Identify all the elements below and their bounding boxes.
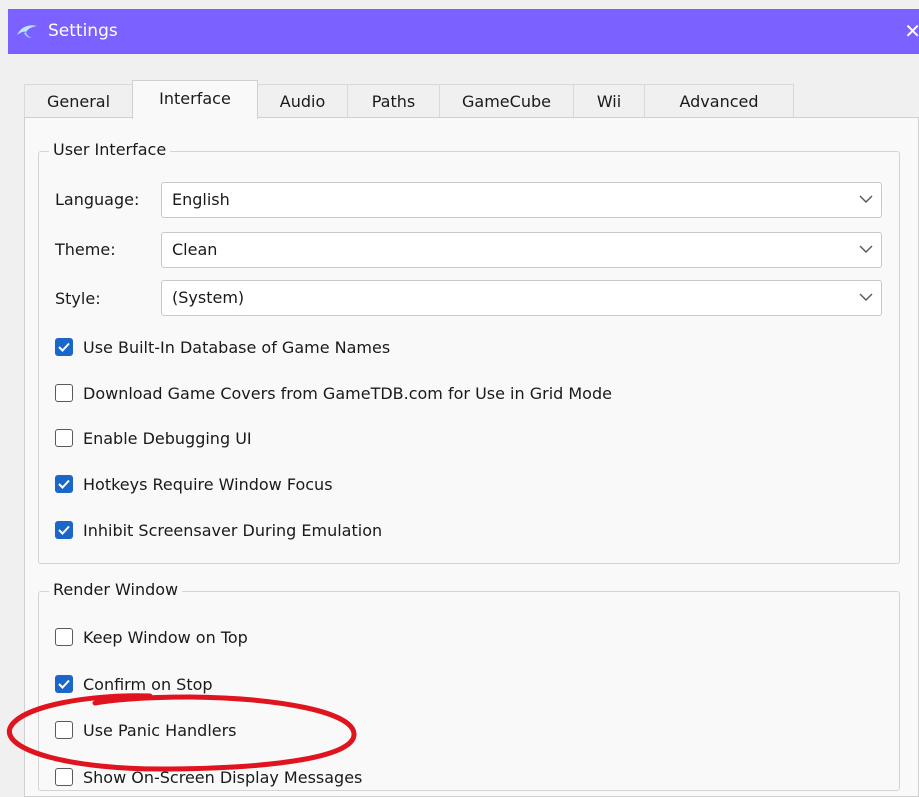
style-label: Style: — [55, 289, 101, 308]
user-interface-group-title: User Interface — [49, 140, 171, 159]
language-value: English — [172, 190, 230, 209]
theme-value: Clean — [172, 240, 218, 259]
render-window-group-title: Render Window — [49, 580, 183, 599]
use-builtin-database-label: Use Built-In Database of Game Names — [83, 337, 391, 357]
title-bar: Settings ✕ — [8, 9, 919, 54]
checkmark-icon — [58, 342, 70, 352]
language-label: Language: — [55, 190, 140, 209]
keep-window-on-top-label: Keep Window on Top — [83, 627, 248, 647]
chevron-down-icon — [859, 293, 873, 301]
language-dropdown[interactable]: English — [161, 182, 882, 218]
checkbox-box[interactable] — [55, 384, 73, 402]
checkbox-box[interactable] — [55, 429, 73, 447]
tab-bar: General Interface Audio Paths GameCube W… — [24, 80, 919, 119]
checkbox-box[interactable] — [55, 475, 73, 493]
tab-paths[interactable]: Paths — [347, 84, 440, 118]
checkmark-icon — [58, 479, 70, 489]
checkbox-box[interactable] — [55, 521, 73, 539]
chevron-down-icon — [859, 195, 873, 203]
keep-window-on-top-checkbox[interactable]: Keep Window on Top — [55, 624, 248, 650]
tab-advanced[interactable]: Advanced — [644, 84, 794, 118]
theme-dropdown[interactable]: Clean — [161, 232, 882, 268]
dolphin-icon — [17, 25, 37, 38]
tab-gamecube[interactable]: GameCube — [439, 84, 574, 118]
style-value: (System) — [172, 288, 245, 307]
close-icon[interactable]: ✕ — [904, 9, 919, 54]
hotkeys-require-focus-checkbox[interactable]: Hotkeys Require Window Focus — [55, 471, 333, 497]
enable-debugging-ui-checkbox[interactable]: Enable Debugging UI — [55, 425, 252, 451]
download-game-covers-checkbox[interactable]: Download Game Covers from GameTDB.com fo… — [55, 380, 612, 406]
checkmark-icon — [58, 679, 70, 689]
style-dropdown[interactable]: (System) — [161, 280, 882, 316]
theme-label: Theme: — [55, 240, 116, 259]
annotation-circle — [6, 693, 357, 772]
use-builtin-database-checkbox[interactable]: Use Built-In Database of Game Names — [55, 334, 390, 360]
download-game-covers-label: Download Game Covers from GameTDB.com fo… — [83, 383, 612, 403]
tab-general[interactable]: General — [24, 84, 133, 118]
enable-debugging-ui-label: Enable Debugging UI — [83, 428, 252, 448]
window-title: Settings — [48, 21, 118, 41]
chevron-down-icon — [859, 245, 873, 253]
inhibit-screensaver-label: Inhibit Screensaver During Emulation — [83, 520, 383, 540]
tab-interface[interactable]: Interface — [132, 80, 258, 119]
checkmark-icon — [58, 525, 70, 535]
checkbox-box[interactable] — [55, 338, 73, 356]
inhibit-screensaver-checkbox[interactable]: Inhibit Screensaver During Emulation — [55, 517, 382, 543]
hotkeys-require-focus-label: Hotkeys Require Window Focus — [83, 474, 333, 494]
tab-audio[interactable]: Audio — [257, 84, 348, 118]
checkbox-box[interactable] — [55, 628, 73, 646]
tab-wii[interactable]: Wii — [573, 84, 645, 118]
